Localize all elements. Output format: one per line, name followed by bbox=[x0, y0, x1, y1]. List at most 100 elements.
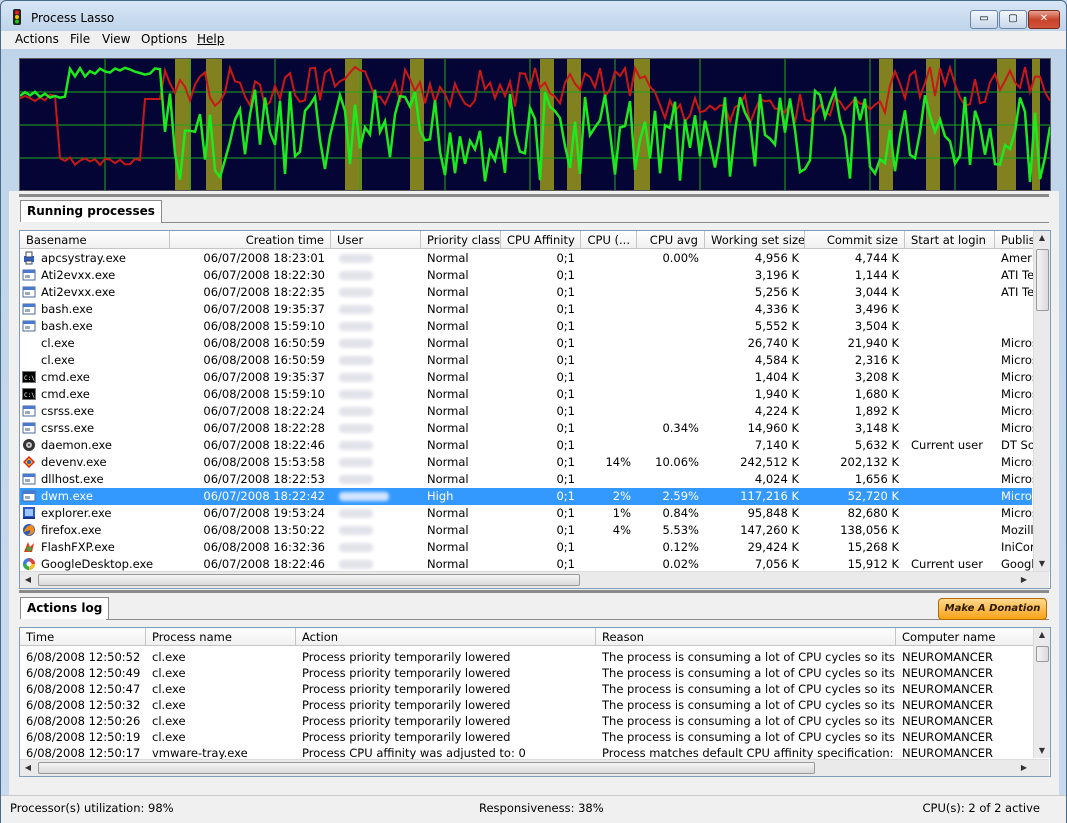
process-col-header[interactable]: CPU avg bbox=[637, 231, 705, 249]
process-cell-working-set: 14,960 K bbox=[747, 421, 799, 435]
log-col-header[interactable]: Process name bbox=[146, 628, 296, 646]
process-row[interactable]: C:\ cmd.exe 06/07/2008 19:35:37 Normal 0;1 1,… bbox=[20, 369, 1038, 386]
scroll-down-icon[interactable]: ▼ bbox=[1034, 559, 1050, 568]
process-col-header[interactable]: User bbox=[331, 231, 421, 249]
scroll-down-icon[interactable]: ▼ bbox=[1034, 746, 1050, 755]
process-cell-priority: High bbox=[427, 489, 454, 503]
tab-running-processes[interactable]: Running processes bbox=[20, 200, 162, 222]
process-hscroll-thumb[interactable] bbox=[38, 574, 580, 586]
menu-options[interactable]: Options bbox=[141, 32, 187, 46]
list-splitter[interactable] bbox=[19, 590, 1049, 593]
process-cell-cpu bbox=[581, 301, 637, 318]
process-row[interactable]: Ati2evxx.exe 06/07/2008 18:22:30 Normal 0;1… bbox=[20, 267, 1034, 284]
process-row[interactable]: cl.exe 06/08/2008 16:50:59 Normal 0;1 4,584 … bbox=[20, 352, 1038, 369]
process-col-header[interactable]: Working set size bbox=[705, 231, 805, 249]
scroll-left-icon[interactable]: ◀ bbox=[20, 575, 36, 584]
process-col-header[interactable]: Priority class bbox=[421, 231, 501, 249]
process-row[interactable]: dllhost.exe 06/07/2008 18:22:53 Normal 0;1 4… bbox=[20, 471, 1038, 488]
process-row[interactable]: bash.exe 06/08/2008 15:59:10 Normal 0;1 5,55… bbox=[20, 318, 1032, 335]
process-cell-created: 06/08/2008 15:59:10 bbox=[203, 387, 325, 401]
make-donation-button[interactable]: Make A Donation bbox=[938, 598, 1047, 620]
process-col-header[interactable]: CPU (... bbox=[581, 231, 637, 249]
process-row[interactable]: dwm.exe 06/07/2008 18:22:42 High 0;1 2% 2.59%… bbox=[20, 488, 1038, 505]
process-cell-start-login bbox=[905, 505, 995, 522]
log-cell-computer: NEUROMANCER bbox=[902, 682, 994, 696]
process-row[interactable]: apcsystray.exe 06/07/2008 18:23:01 Normal 0… bbox=[20, 250, 1035, 267]
process-cell-cpu-avg bbox=[637, 284, 705, 301]
process-cell-start-login bbox=[905, 454, 995, 471]
log-col-header[interactable]: Action bbox=[296, 628, 596, 646]
process-horizontal-scrollbar[interactable]: ◀ ▶ bbox=[20, 571, 1049, 588]
log-vertical-scrollbar[interactable]: ▲ ▼ bbox=[1033, 628, 1050, 758]
process-row[interactable]: firefox.exe 06/08/2008 13:50:22 Normal 0;1 4… bbox=[20, 522, 1034, 539]
menu-actions[interactable]: Actions bbox=[15, 32, 59, 46]
tab-actions-log[interactable]: Actions log bbox=[20, 597, 110, 619]
process-cell-commit: 3,496 K bbox=[854, 302, 899, 316]
process-row[interactable]: explorer.exe 06/07/2008 19:53:24 Normal 0;1… bbox=[20, 505, 1038, 522]
process-col-header[interactable]: Start at login bbox=[905, 231, 995, 249]
tab-divider-2 bbox=[106, 619, 1049, 620]
actions-log-list[interactable]: Time Process name Action Reason Computer nam… bbox=[19, 627, 1051, 777]
process-cell-priority: Normal bbox=[427, 455, 469, 469]
scroll-left-icon[interactable]: ◀ bbox=[20, 763, 36, 772]
minimize-button[interactable]: ▭ bbox=[970, 10, 998, 29]
user-name-redacted bbox=[339, 288, 373, 297]
process-col-header[interactable]: CPU Affinity bbox=[501, 231, 581, 249]
maximize-button[interactable]: ▢ bbox=[999, 10, 1027, 29]
close-button[interactable]: ✕ bbox=[1028, 10, 1060, 29]
process-list[interactable]: Basename Creation time User Priority class C… bbox=[19, 230, 1051, 589]
log-col-header[interactable]: Reason bbox=[596, 628, 896, 646]
log-row[interactable]: 6/08/2008 12:50:26 cl.exe Process priority… bbox=[20, 713, 1032, 730]
title-bar[interactable]: Process Lasso ▭ ▢ ✕ bbox=[1, 1, 1066, 31]
graph-splitter[interactable] bbox=[19, 194, 1049, 197]
log-row[interactable]: 6/08/2008 12:50:32 cl.exe Process priority… bbox=[20, 697, 1032, 714]
menu-file[interactable]: File bbox=[70, 32, 90, 46]
process-col-header[interactable]: Creation time bbox=[170, 231, 331, 249]
log-row[interactable]: 6/08/2008 12:50:47 cl.exe Process priority… bbox=[20, 681, 1032, 698]
log-vscroll-thumb[interactable] bbox=[1036, 646, 1049, 662]
scroll-right-icon[interactable]: ▶ bbox=[1016, 763, 1032, 772]
log-cell-process: cl.exe bbox=[152, 714, 186, 728]
process-row[interactable]: devenv.exe 06/08/2008 15:53:58 Normal 0;1 14… bbox=[20, 454, 1038, 471]
process-row[interactable]: daemon.exe 06/07/2008 18:22:46 Normal 0;1 7,… bbox=[20, 437, 1039, 454]
process-cell-start-login bbox=[905, 335, 995, 352]
log-hscroll-thumb[interactable] bbox=[38, 762, 815, 774]
process-col-header[interactable]: Basename bbox=[20, 231, 170, 249]
menu-help[interactable]: Help bbox=[197, 32, 224, 46]
process-cell-start-login bbox=[905, 386, 995, 403]
process-cell-basename: cl.exe bbox=[41, 353, 75, 367]
process-cell-cpu-avg bbox=[637, 318, 705, 335]
menu-view[interactable]: View bbox=[102, 32, 130, 46]
log-row[interactable]: 6/08/2008 12:50:49 cl.exe Process priority… bbox=[20, 665, 1032, 682]
process-row[interactable]: csrss.exe 06/07/2008 18:22:28 Normal 0;1 0.3… bbox=[20, 420, 1038, 437]
scroll-right-icon[interactable]: ▶ bbox=[1016, 575, 1032, 584]
user-name-redacted bbox=[339, 424, 373, 433]
process-cell-commit: 1,144 K bbox=[854, 268, 899, 282]
process-cell-commit: 21,940 K bbox=[847, 336, 899, 350]
process-cell-commit: 5,632 K bbox=[854, 438, 899, 452]
process-vscroll-thumb[interactable] bbox=[1036, 249, 1049, 311]
process-cell-start-login bbox=[905, 522, 995, 539]
process-cell-affinity: 0;1 bbox=[556, 506, 575, 520]
log-cell-action: Process priority temporarily lowered bbox=[302, 666, 511, 680]
process-vertical-scrollbar[interactable]: ▲ ▼ bbox=[1033, 231, 1050, 571]
log-row[interactable]: 6/08/2008 12:50:52 cl.exe Process priority… bbox=[20, 649, 1032, 666]
process-row[interactable]: Ati2evxx.exe 06/07/2008 18:22:35 Normal 0;1… bbox=[20, 284, 1034, 301]
process-row[interactable]: csrss.exe 06/07/2008 18:22:24 Normal 0;1 4,2… bbox=[20, 403, 1038, 420]
process-row[interactable]: C:\ cmd.exe 06/08/2008 15:59:10 Normal 0;1 1,… bbox=[20, 386, 1038, 403]
process-row[interactable]: bash.exe 06/07/2008 19:35:37 Normal 0;1 4,33… bbox=[20, 301, 1032, 318]
process-cell-cpu bbox=[581, 420, 637, 437]
log-row[interactable]: 6/08/2008 12:50:19 cl.exe Process priority… bbox=[20, 729, 1032, 746]
scroll-up-icon[interactable]: ▲ bbox=[1034, 630, 1050, 639]
process-col-header[interactable]: Commit size bbox=[805, 231, 905, 249]
log-horizontal-scrollbar[interactable]: ◀ ▶ bbox=[20, 759, 1049, 776]
scroll-up-icon[interactable]: ▲ bbox=[1034, 233, 1050, 242]
log-cell-reason: The process is consuming a lot of CPU cy… bbox=[602, 714, 896, 728]
log-col-header[interactable]: Time bbox=[20, 628, 146, 646]
user-name-redacted bbox=[339, 560, 373, 569]
log-cell-reason: The process is consuming a lot of CPU cy… bbox=[602, 730, 896, 744]
log-col-header[interactable]: Computer name bbox=[896, 628, 1036, 646]
process-cell-cpu-avg bbox=[637, 335, 705, 352]
process-row[interactable]: cl.exe 06/08/2008 16:50:59 Normal 0;1 26,740… bbox=[20, 335, 1038, 352]
process-row[interactable]: FlashFXP.exe 06/08/2008 16:32:36 Normal 0;1… bbox=[20, 539, 1035, 556]
